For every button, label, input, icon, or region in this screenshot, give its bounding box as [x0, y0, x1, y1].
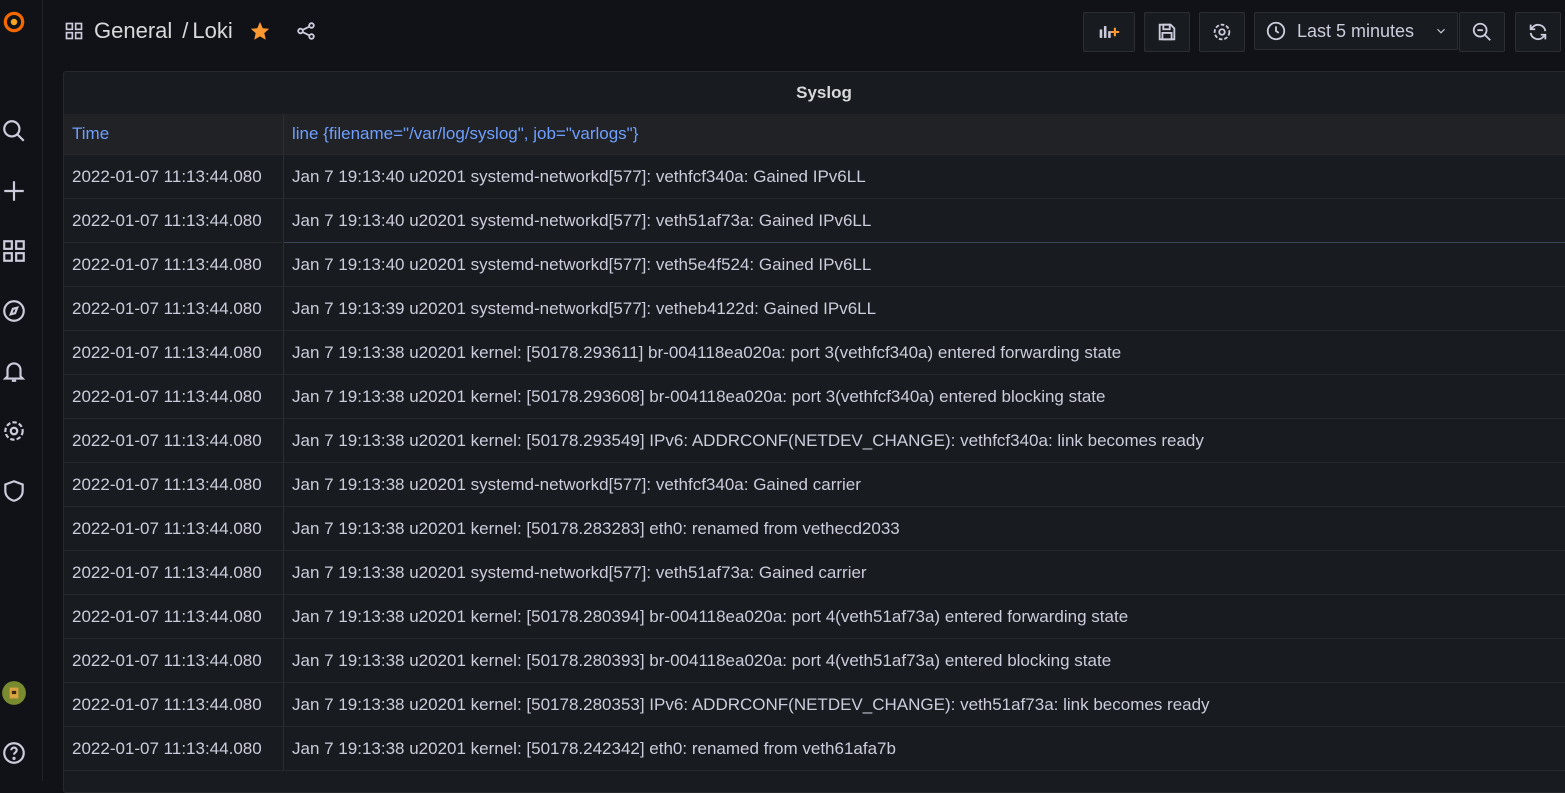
dashboard-navbar: General / Loki Last 5 minutes	[42, 0, 1565, 62]
cell-line: Jan 7 19:13:38 u20201 systemd-networkd[5…	[284, 463, 1565, 507]
cell-time: 2022-01-07 11:13:44.080	[64, 243, 284, 287]
time-range-label: Last 5 minutes	[1297, 21, 1414, 42]
zoom-out-button[interactable]	[1459, 12, 1505, 52]
clock-icon	[1265, 20, 1287, 42]
cell-line: Jan 7 19:13:38 u20201 kernel: [50178.293…	[284, 375, 1565, 419]
table-row[interactable]: 2022-01-07 11:13:44.080Jan 7 19:13:40 u2…	[64, 155, 1565, 199]
table-row[interactable]: 2022-01-07 11:13:44.080Jan 7 19:13:38 u2…	[64, 639, 1565, 683]
table-row[interactable]: 2022-01-07 11:13:44.080Jan 7 19:13:38 u2…	[64, 463, 1565, 507]
cell-time: 2022-01-07 11:13:44.080	[64, 331, 284, 375]
table-row[interactable]: 2022-01-07 11:13:44.080Jan 7 19:13:38 u2…	[64, 507, 1565, 551]
cell-time: 2022-01-07 11:13:44.080	[64, 463, 284, 507]
create-plus-icon[interactable]	[0, 177, 28, 205]
cell-time: 2022-01-07 11:13:44.080	[64, 287, 284, 331]
table-row[interactable]: 2022-01-07 11:13:44.080Jan 7 19:13:38 u2…	[64, 683, 1565, 727]
cell-time: 2022-01-07 11:13:44.080	[64, 727, 284, 771]
cell-line: Jan 7 19:13:40 u20201 systemd-networkd[5…	[284, 155, 1565, 199]
table-row[interactable]: 2022-01-07 11:13:44.080Jan 7 19:13:38 u2…	[64, 727, 1565, 771]
breadcrumb-dashboard-title[interactable]: Loki	[192, 18, 232, 44]
cell-time: 2022-01-07 11:13:44.080	[64, 595, 284, 639]
time-range-picker[interactable]: Last 5 minutes	[1254, 12, 1458, 50]
syslog-panel: Syslog Time line {filename="/var/log/sys…	[63, 71, 1565, 793]
cell-line: Jan 7 19:13:38 u20201 kernel: [50178.293…	[284, 331, 1565, 375]
cell-line: Jan 7 19:13:38 u20201 kernel: [50178.283…	[284, 507, 1565, 551]
cell-line: Jan 7 19:13:38 u20201 kernel: [50178.280…	[284, 639, 1565, 683]
add-panel-button[interactable]	[1083, 12, 1135, 52]
cell-line: Jan 7 19:13:38 u20201 kernel: [50178.242…	[284, 727, 1565, 771]
table-row[interactable]: 2022-01-07 11:13:44.080Jan 7 19:13:40 u2…	[64, 199, 1565, 243]
breadcrumb-folder[interactable]: General	[94, 18, 172, 44]
column-header-line[interactable]: line {filename="/var/log/syslog", job="v…	[284, 114, 1565, 155]
table-row[interactable]: 2022-01-07 11:13:44.080Jan 7 19:13:38 u2…	[64, 331, 1565, 375]
table-row[interactable]: 2022-01-07 11:13:44.080Jan 7 19:13:40 u2…	[64, 243, 1565, 287]
save-icon	[1156, 21, 1178, 43]
cell-line: Jan 7 19:13:38 u20201 kernel: [50178.280…	[284, 683, 1565, 727]
grafana-logo-icon[interactable]	[0, 8, 28, 36]
dashboard-settings-button[interactable]	[1199, 12, 1245, 52]
refresh-icon	[1527, 21, 1549, 43]
cell-time: 2022-01-07 11:13:44.080	[64, 375, 284, 419]
cell-line: Jan 7 19:13:38 u20201 kernel: [50178.293…	[284, 419, 1565, 463]
logs-table: Time line {filename="/var/log/syslog", j…	[64, 114, 1565, 771]
dashboard-grid-icon	[64, 21, 84, 41]
explore-compass-icon[interactable]	[0, 297, 28, 325]
table-row[interactable]: 2022-01-07 11:13:44.080Jan 7 19:13:39 u2…	[64, 287, 1565, 331]
cell-line: Jan 7 19:13:40 u20201 systemd-networkd[5…	[284, 243, 1565, 287]
user-avatar[interactable]	[0, 679, 28, 707]
cell-time: 2022-01-07 11:13:44.080	[64, 683, 284, 727]
settings-gear-icon	[1211, 21, 1233, 43]
cell-time: 2022-01-07 11:13:44.080	[64, 507, 284, 551]
panel-title[interactable]: Syslog	[64, 72, 1565, 114]
share-icon[interactable]	[295, 20, 317, 42]
add-panel-icon	[1098, 21, 1120, 43]
cell-time: 2022-01-07 11:13:44.080	[64, 199, 284, 243]
save-dashboard-button[interactable]	[1144, 12, 1190, 52]
refresh-button[interactable]	[1515, 12, 1561, 52]
search-icon[interactable]	[0, 117, 28, 145]
zoom-out-icon	[1471, 21, 1493, 43]
cell-line: Jan 7 19:13:38 u20201 systemd-networkd[5…	[284, 551, 1565, 595]
alerting-bell-icon[interactable]	[0, 357, 28, 385]
breadcrumb-separator: /	[182, 18, 188, 44]
breadcrumb: General / Loki	[64, 16, 317, 46]
column-header-time[interactable]: Time	[64, 114, 284, 155]
cell-time: 2022-01-07 11:13:44.080	[64, 155, 284, 199]
server-admin-shield-icon[interactable]	[0, 477, 28, 505]
configuration-gear-icon[interactable]	[0, 417, 28, 445]
table-row[interactable]: 2022-01-07 11:13:44.080Jan 7 19:13:38 u2…	[64, 375, 1565, 419]
table-header-row: Time line {filename="/var/log/syslog", j…	[64, 114, 1565, 155]
table-row[interactable]: 2022-01-07 11:13:44.080Jan 7 19:13:38 u2…	[64, 419, 1565, 463]
cell-line: Jan 7 19:13:39 u20201 systemd-networkd[5…	[284, 287, 1565, 331]
dashboards-icon[interactable]	[0, 237, 28, 265]
table-row[interactable]: 2022-01-07 11:13:44.080Jan 7 19:13:38 u2…	[64, 595, 1565, 639]
star-icon[interactable]	[249, 20, 271, 42]
help-icon[interactable]	[0, 739, 28, 767]
cell-time: 2022-01-07 11:13:44.080	[64, 551, 284, 595]
chevron-down-icon	[1434, 24, 1448, 38]
table-row[interactable]: 2022-01-07 11:13:44.080Jan 7 19:13:38 u2…	[64, 551, 1565, 595]
sidebar	[0, 0, 43, 781]
cell-line: Jan 7 19:13:38 u20201 kernel: [50178.280…	[284, 595, 1565, 639]
cell-line: Jan 7 19:13:40 u20201 systemd-networkd[5…	[284, 199, 1565, 243]
cell-time: 2022-01-07 11:13:44.080	[64, 639, 284, 683]
cell-time: 2022-01-07 11:13:44.080	[64, 419, 284, 463]
